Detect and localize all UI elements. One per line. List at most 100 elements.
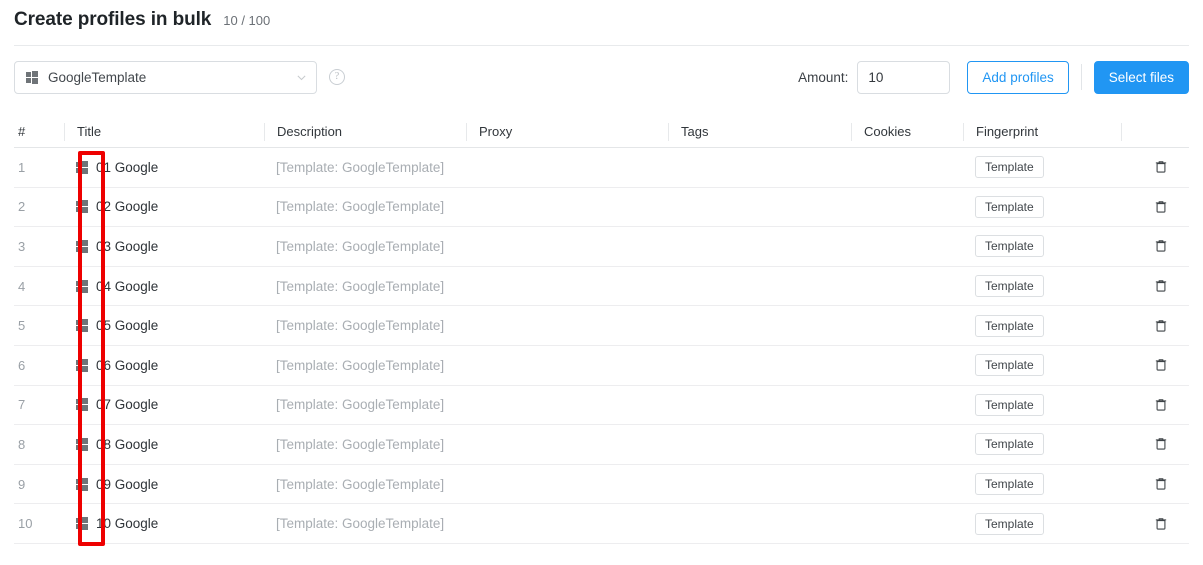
cell-fingerprint: Template <box>963 148 1121 187</box>
profile-title: 05 Google <box>96 318 159 334</box>
add-profiles-button[interactable]: Add profiles <box>967 60 1069 94</box>
fingerprint-template-button[interactable]: Template <box>975 473 1044 496</box>
cell-cookies[interactable] <box>851 306 963 345</box>
cell-proxy[interactable] <box>466 425 668 464</box>
column-header-index: # <box>18 124 26 139</box>
amount-label: Amount: <box>798 69 849 85</box>
fingerprint-template-button[interactable]: Template <box>975 275 1044 298</box>
table-row[interactable]: 4 04 Google [Template: GoogleTemplate] T… <box>14 267 1189 307</box>
delete-row-button[interactable] <box>1151 316 1171 336</box>
cell-title: 06 Google <box>64 346 264 385</box>
template-select[interactable]: GoogleTemplate <box>14 60 317 94</box>
select-files-button[interactable]: Select files <box>1093 60 1189 94</box>
cell-tags[interactable] <box>668 386 851 425</box>
cell-title: 04 Google <box>64 267 264 306</box>
cell-title: 08 Google <box>64 425 264 464</box>
delete-row-button[interactable] <box>1151 514 1171 534</box>
table-row[interactable]: 2 02 Google [Template: GoogleTemplate] T… <box>14 188 1189 228</box>
cell-index: 10 <box>18 516 33 532</box>
cell-tags[interactable] <box>668 465 851 504</box>
cell-proxy[interactable] <box>466 227 668 266</box>
table-row[interactable]: 8 08 Google [Template: GoogleTemplate] T… <box>14 425 1189 465</box>
windows-logo-icon <box>76 437 89 451</box>
page-header: Create profiles in bulk 10 / 100 <box>0 0 1203 44</box>
table-row[interactable]: 10 10 Google [Template: GoogleTemplate] … <box>14 504 1189 544</box>
fingerprint-template-button[interactable]: Template <box>975 354 1044 377</box>
cell-proxy[interactable] <box>466 346 668 385</box>
table-row[interactable]: 1 01 Google [Template: GoogleTemplate] T… <box>14 148 1189 188</box>
cell-cookies[interactable] <box>851 504 963 543</box>
cell-proxy[interactable] <box>466 306 668 345</box>
fingerprint-template-button[interactable]: Template <box>975 393 1044 416</box>
cell-proxy[interactable] <box>466 148 668 187</box>
cell-fingerprint: Template <box>963 386 1121 425</box>
fingerprint-template-button[interactable]: Template <box>975 195 1044 218</box>
cell-cookies[interactable] <box>851 465 963 504</box>
delete-row-button[interactable] <box>1151 236 1171 256</box>
cell-title: 05 Google <box>64 306 264 345</box>
fingerprint-template-button[interactable]: Template <box>975 235 1044 258</box>
cell-proxy[interactable] <box>466 267 668 306</box>
cell-cookies[interactable] <box>851 188 963 227</box>
cell-fingerprint: Template <box>963 425 1121 464</box>
cell-actions <box>1121 425 1189 464</box>
cell-index: 1 <box>18 159 26 175</box>
column-header-description: Description <box>264 122 466 141</box>
cell-proxy[interactable] <box>466 188 668 227</box>
cell-actions <box>1121 306 1189 345</box>
cell-proxy[interactable] <box>466 465 668 504</box>
profile-description: [Template: GoogleTemplate] <box>276 318 445 334</box>
cell-cookies[interactable] <box>851 386 963 425</box>
delete-row-button[interactable] <box>1151 276 1171 296</box>
cell-description: [Template: GoogleTemplate] <box>264 425 466 464</box>
delete-row-button[interactable] <box>1151 197 1171 217</box>
page-title: Create profiles in bulk <box>14 9 212 30</box>
delete-row-button[interactable] <box>1151 157 1171 177</box>
column-header-tags: Tags <box>668 122 851 141</box>
cell-cookies[interactable] <box>851 346 963 385</box>
help-circle-icon[interactable]: ? <box>329 69 345 85</box>
cell-fingerprint: Template <box>963 188 1121 227</box>
cell-tags[interactable] <box>668 306 851 345</box>
cell-tags[interactable] <box>668 346 851 385</box>
amount-input[interactable] <box>857 60 951 94</box>
cell-actions <box>1121 465 1189 504</box>
fingerprint-template-button[interactable]: Template <box>975 156 1044 179</box>
cell-tags[interactable] <box>668 267 851 306</box>
delete-row-button[interactable] <box>1151 395 1171 415</box>
cell-index: 5 <box>18 318 26 334</box>
table-row[interactable]: 9 09 Google [Template: GoogleTemplate] T… <box>14 465 1189 505</box>
cell-cookies[interactable] <box>851 267 963 306</box>
cell-cookies[interactable] <box>851 425 963 464</box>
cell-description: [Template: GoogleTemplate] <box>264 148 466 187</box>
cell-tags[interactable] <box>668 227 851 266</box>
cell-tags[interactable] <box>668 188 851 227</box>
cell-tags[interactable] <box>668 504 851 543</box>
table-row[interactable]: 7 07 Google [Template: GoogleTemplate] T… <box>14 386 1189 426</box>
cell-description: [Template: GoogleTemplate] <box>264 504 466 543</box>
cell-description: [Template: GoogleTemplate] <box>264 306 466 345</box>
fingerprint-template-button[interactable]: Template <box>975 512 1044 535</box>
cell-proxy[interactable] <box>466 386 668 425</box>
delete-row-button[interactable] <box>1151 474 1171 494</box>
toolbar-divider <box>1080 64 1082 90</box>
delete-row-button[interactable] <box>1151 434 1171 454</box>
table-body: 1 01 Google [Template: GoogleTemplate] T… <box>14 148 1189 544</box>
chevron-down-icon <box>296 72 307 83</box>
cell-tags[interactable] <box>668 148 851 187</box>
table-row[interactable]: 5 05 Google [Template: GoogleTemplate] T… <box>14 306 1189 346</box>
toolbar: GoogleTemplate ? Amount: Add profiles Se… <box>0 60 1203 94</box>
cell-description: [Template: GoogleTemplate] <box>264 465 466 504</box>
fingerprint-template-button[interactable]: Template <box>975 314 1044 337</box>
cell-tags[interactable] <box>668 425 851 464</box>
profile-description: [Template: GoogleTemplate] <box>276 397 445 413</box>
cell-cookies[interactable] <box>851 148 963 187</box>
table-row[interactable]: 3 03 Google [Template: GoogleTemplate] T… <box>14 227 1189 267</box>
cell-proxy[interactable] <box>466 504 668 543</box>
delete-row-button[interactable] <box>1151 355 1171 375</box>
table-row[interactable]: 6 06 Google [Template: GoogleTemplate] T… <box>14 346 1189 386</box>
profile-description: [Template: GoogleTemplate] <box>276 278 445 294</box>
profile-description: [Template: GoogleTemplate] <box>276 238 445 254</box>
fingerprint-template-button[interactable]: Template <box>975 433 1044 456</box>
cell-cookies[interactable] <box>851 227 963 266</box>
